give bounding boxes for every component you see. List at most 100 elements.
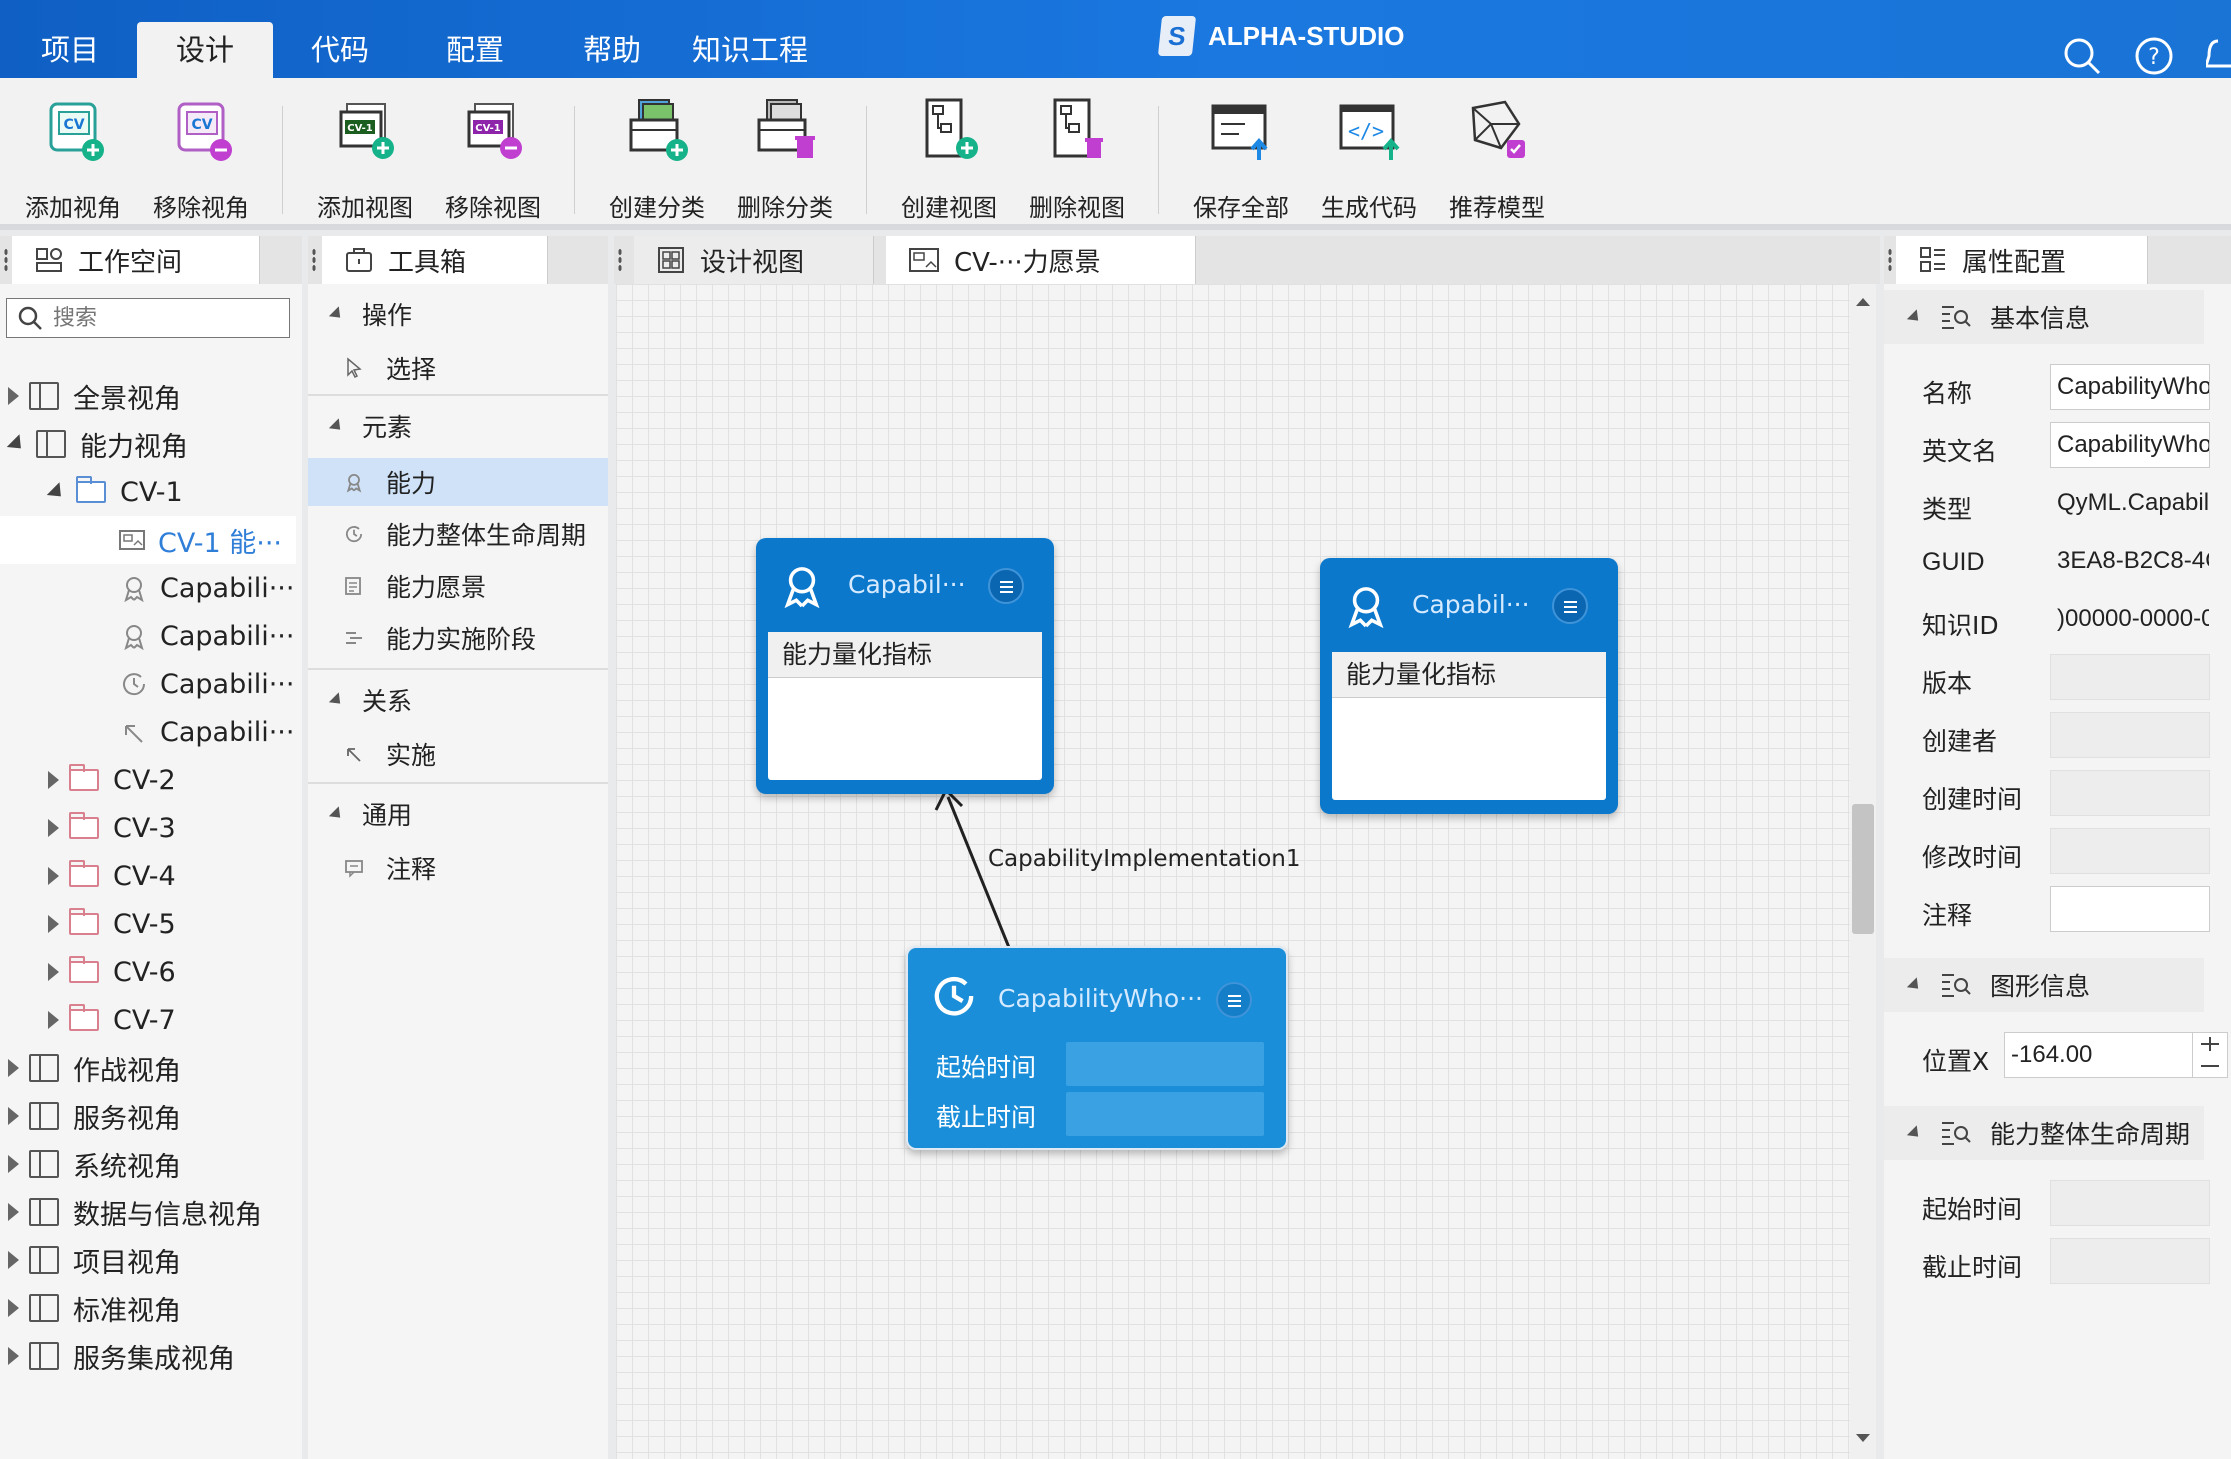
drag-grip[interactable] [312, 248, 316, 272]
menu-tab-config[interactable]: 配置 [425, 22, 525, 78]
expand-icon[interactable] [48, 771, 59, 789]
search-icon[interactable] [2062, 36, 2102, 76]
node-menu-icon[interactable] [1216, 982, 1252, 1018]
drag-grip[interactable] [4, 248, 8, 272]
expand-icon[interactable] [48, 1011, 59, 1029]
toolbox-item-phase[interactable]: 能力实施阶段 [308, 614, 608, 662]
toolbox-item-implementation[interactable]: 实施 [308, 730, 608, 778]
capability-node-1[interactable]: Capabil··· 能力量化指标 [756, 538, 1054, 794]
spinner-down-icon[interactable] [2201, 1065, 2219, 1067]
expand-icon[interactable] [8, 387, 19, 405]
save-all-button[interactable]: 保存全部 [1178, 94, 1304, 224]
prop-end-time-field[interactable] [2050, 1238, 2210, 1284]
pos-x-spinner[interactable] [2192, 1032, 2228, 1078]
workspace-search-input[interactable] [53, 305, 273, 331]
node-menu-icon[interactable] [988, 568, 1024, 604]
tree-item-operational[interactable]: 作战视角 [0, 1044, 296, 1092]
tree-item-service-integration[interactable]: 服务集成视角 [0, 1332, 296, 1380]
toolbox-tab[interactable]: 工具箱 [322, 236, 548, 284]
prop-name-field[interactable]: CapabilityWhol [2050, 364, 2210, 410]
tree-item-implementation[interactable]: Capabili··· [0, 708, 296, 756]
delete-category-button[interactable]: 删除分类 [722, 94, 848, 224]
expand-icon[interactable] [8, 1299, 19, 1317]
menu-tab-help[interactable]: 帮助 [562, 22, 662, 78]
prop-created-time-field[interactable] [2050, 770, 2210, 816]
menu-tab-code[interactable]: 代码 [290, 22, 390, 78]
tab-cv1-vision[interactable]: CV-···力愿景 [886, 236, 1196, 284]
remove-view-button[interactable]: CV-1 移除视图 [430, 94, 556, 224]
tree-item-cv4[interactable]: CV-4 [0, 852, 296, 900]
create-view-button[interactable]: 创建视图 [886, 94, 1012, 224]
expand-icon[interactable] [8, 1107, 19, 1125]
tree-item-capability-1[interactable]: Capabili··· [0, 564, 296, 612]
menu-tab-project[interactable]: 项目 [20, 22, 120, 78]
create-category-button[interactable]: 创建分类 [594, 94, 720, 224]
workspace-search[interactable] [6, 298, 290, 338]
tree-item-cv5[interactable]: CV-5 [0, 900, 296, 948]
toolbox-item-vision[interactable]: 能力愿景 [308, 562, 608, 610]
tree-item-capability-2[interactable]: Capabili··· [0, 612, 296, 660]
prop-english-name-field[interactable]: CapabilityWhol [2050, 422, 2210, 468]
expand-icon[interactable] [48, 867, 59, 885]
prop-start-time-field[interactable] [2050, 1180, 2210, 1226]
remove-viewpoint-button[interactable]: CV 移除视角 [138, 94, 264, 224]
tab-design-view[interactable]: 设计视图 [634, 236, 874, 284]
start-time-field[interactable] [1066, 1042, 1264, 1086]
node-menu-icon[interactable] [1552, 588, 1588, 624]
scroll-thumb[interactable] [1852, 804, 1874, 934]
toolbox-group-elements[interactable]: 元素 [308, 402, 608, 450]
properties-tab[interactable]: 属性配置 [1896, 236, 2148, 284]
workspace-tab[interactable]: 工作空间 [12, 236, 260, 284]
drag-grip[interactable] [1888, 248, 1892, 272]
delete-view-button[interactable]: 删除视图 [1014, 94, 1140, 224]
bell-icon[interactable] [2206, 36, 2231, 76]
tree-item-lifecycle[interactable]: Capabili··· [0, 660, 296, 708]
toolbox-item-capability[interactable]: 能力 [308, 458, 608, 506]
scroll-up-icon[interactable] [1856, 298, 1870, 306]
tree-item-cv6[interactable]: CV-6 [0, 948, 296, 996]
toolbox-item-lifecycle[interactable]: 能力整体生命周期 [308, 510, 608, 558]
prop-modified-time-field[interactable] [2050, 828, 2210, 874]
prop-creator-field[interactable] [2050, 712, 2210, 758]
tree-item-system[interactable]: 系统视角 [0, 1140, 296, 1188]
prop-comment-field[interactable] [2050, 886, 2210, 932]
drag-grip[interactable] [618, 248, 622, 272]
prop-version-field[interactable] [2050, 654, 2210, 700]
pos-x-input[interactable]: -164.00 [2004, 1032, 2194, 1078]
expand-icon[interactable] [8, 1155, 19, 1173]
tree-item-panorama[interactable]: 全景视角 [0, 372, 296, 420]
tree-item-cv1-vision[interactable]: CV-1 能··· [0, 516, 296, 564]
section-lifecycle[interactable]: 能力整体生命周期 [1884, 1106, 2204, 1160]
lifecycle-node[interactable]: CapabilityWho··· 起始时间 截止时间 [906, 946, 1288, 1150]
expand-icon[interactable] [8, 1347, 19, 1365]
toolbox-item-comment[interactable]: 注释 [308, 844, 608, 892]
tree-item-cv7[interactable]: CV-7 [0, 996, 296, 1044]
toolbox-group-general[interactable]: 通用 [308, 790, 608, 838]
tree-item-cv3[interactable]: CV-3 [0, 804, 296, 852]
expand-icon[interactable] [8, 1059, 19, 1077]
end-time-field[interactable] [1066, 1092, 1264, 1136]
tree-item-data-info[interactable]: 数据与信息视角 [0, 1188, 296, 1236]
tree-item-service[interactable]: 服务视角 [0, 1092, 296, 1140]
expand-icon[interactable] [48, 819, 59, 837]
toolbox-item-select[interactable]: 选择 [308, 344, 608, 392]
add-viewpoint-button[interactable]: CV 添加视角 [10, 94, 136, 224]
expand-icon[interactable] [48, 963, 59, 981]
capability-node-2[interactable]: Capabil··· 能力量化指标 [1320, 558, 1618, 814]
toolbox-group-relations[interactable]: 关系 [308, 676, 608, 724]
tree-item-project[interactable]: 项目视角 [0, 1236, 296, 1284]
expand-icon[interactable] [48, 915, 59, 933]
generate-code-button[interactable]: </> 生成代码 [1306, 94, 1432, 224]
section-basic-info[interactable]: 基本信息 [1884, 290, 2204, 344]
scroll-down-icon[interactable] [1856, 1434, 1870, 1442]
collapse-icon[interactable] [46, 481, 68, 503]
canvas-scrollbar[interactable] [1850, 284, 1876, 1459]
expand-icon[interactable] [8, 1251, 19, 1269]
recommend-model-button[interactable]: 推荐模型 [1434, 94, 1560, 224]
add-view-button[interactable]: CV-1 添加视图 [302, 94, 428, 224]
section-graphic-info[interactable]: 图形信息 [1884, 958, 2204, 1012]
tree-item-capability-viewpoint[interactable]: 能力视角 [0, 420, 296, 468]
help-icon[interactable]: ? [2134, 36, 2174, 76]
tree-item-cv1[interactable]: CV-1 [0, 468, 296, 516]
toolbox-group-operation[interactable]: 操作 [308, 290, 608, 338]
